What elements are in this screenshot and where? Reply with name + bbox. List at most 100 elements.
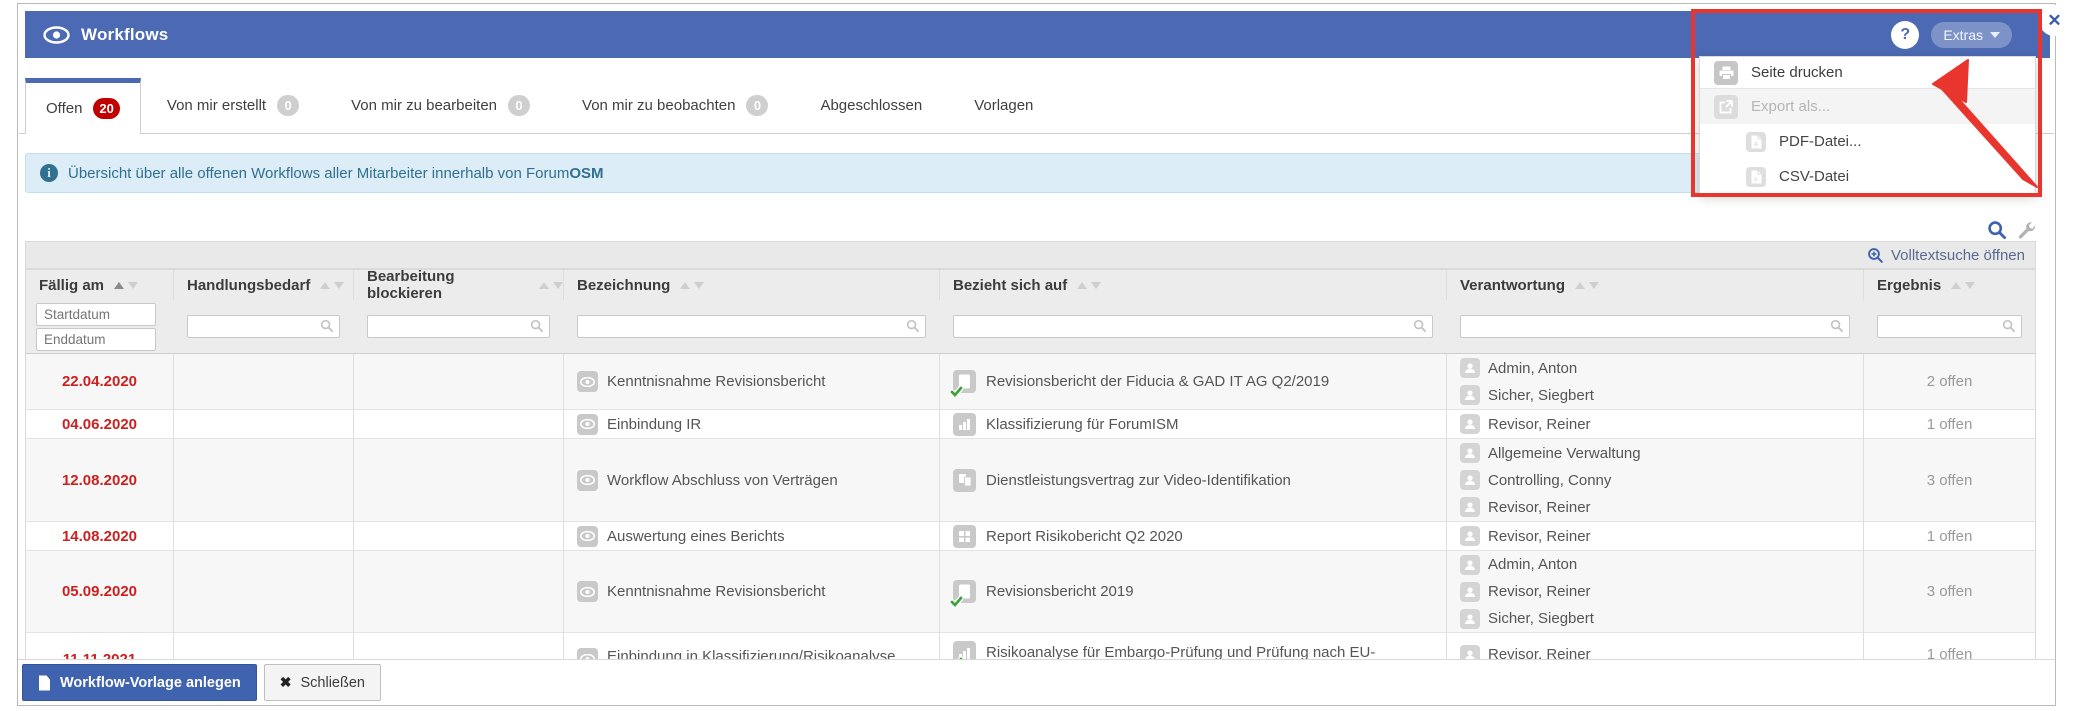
- sort-desc-icon[interactable]: [1589, 281, 1600, 289]
- eye-icon: [43, 25, 70, 44]
- due-date: 12.08.2020: [26, 439, 174, 521]
- person-icon: [1460, 414, 1480, 434]
- related-item: Risikoanalyse für Embargo-Prüfung und Pr…: [986, 644, 1376, 661]
- related-item-cell: Klassifizierung für ForumISM: [940, 410, 1447, 438]
- filter-bearbeitung-input[interactable]: [367, 315, 550, 338]
- sort-desc-icon[interactable]: [334, 281, 345, 289]
- tab-label: Vorlagen: [974, 97, 1034, 114]
- menu-item-export-as[interactable]: Export als...: [1700, 89, 2035, 124]
- sort-asc-icon[interactable]: [1077, 281, 1088, 289]
- filter-handlungsbedarf-input[interactable]: [187, 315, 340, 338]
- filter-end-date-input[interactable]: [36, 328, 156, 351]
- tab-von-mir-erstellt[interactable]: Von mir erstellt 0: [141, 78, 325, 133]
- workflow-name: Kenntnisnahme Revisionsbericht: [607, 583, 826, 600]
- sort-asc-icon[interactable]: [539, 281, 549, 289]
- fulltext-bar: Volltextsuche öffnen: [25, 241, 2036, 269]
- person-name: Revisor, Reiner: [1488, 527, 1591, 545]
- column-header-bearbeitung-blockieren: Bearbeitung blockieren: [354, 268, 564, 302]
- sort-asc-icon[interactable]: [680, 281, 691, 289]
- person-name: Sicher, Siegbert: [1488, 386, 1594, 404]
- search-icon: [2002, 319, 2016, 333]
- tab-von-mir-zu-bearbeiten[interactable]: Von mir zu bearbeiten 0: [325, 78, 556, 133]
- table-row[interactable]: 22.04.2020 Kenntnisnahme Revisionsberich…: [26, 354, 2035, 410]
- filter-ergebnis-input[interactable]: [1877, 315, 2022, 338]
- filter-bezieht-input[interactable]: [953, 315, 1433, 338]
- table-toolbar: [1823, 217, 2036, 243]
- column-header-verantwortung: Verantwortung: [1447, 270, 1864, 300]
- sort-asc-icon[interactable]: [1951, 281, 1962, 289]
- sort-desc-icon[interactable]: [553, 281, 563, 289]
- workflow-name: Auswertung eines Berichts: [607, 527, 785, 545]
- table-row[interactable]: 14.08.2020 Auswertung eines Berichts Rep…: [26, 522, 2035, 551]
- search-icon: [530, 319, 544, 333]
- workflow-name-cell: Workflow Abschluss von Verträgen: [564, 439, 940, 521]
- workflow-name: Workflow Abschluss von Verträgen: [607, 471, 838, 489]
- table-row[interactable]: 05.09.2020 Kenntnisnahme Revisionsberich…: [26, 551, 2035, 633]
- tab-vorlagen[interactable]: Vorlagen: [948, 78, 1059, 133]
- fulltext-search-link[interactable]: Volltextsuche öffnen: [1867, 247, 2025, 264]
- sort-asc-icon[interactable]: [114, 281, 125, 289]
- contract-icon: [953, 468, 976, 492]
- filter-verantwortung-input[interactable]: [1460, 315, 1850, 338]
- help-button[interactable]: ?: [1891, 20, 1920, 49]
- filter-start-date-input[interactable]: [36, 303, 156, 326]
- search-icon[interactable]: [1987, 220, 2007, 240]
- person-icon: [1460, 554, 1480, 575]
- tab-label: Von mir zu bearbeiten: [351, 97, 498, 114]
- menu-item-pdf-file[interactable]: A PDF-Datei...: [1700, 124, 2035, 159]
- printer-icon: [1714, 60, 1738, 85]
- filter-bezeichnung-input[interactable]: [577, 315, 926, 338]
- count-badge: 0: [277, 95, 300, 116]
- related-item: Revisionsbericht 2019: [986, 583, 1134, 600]
- person-icon: [1460, 581, 1480, 602]
- person-name: Controlling, Conny: [1488, 471, 1612, 489]
- tab-offen[interactable]: Offen 20: [25, 78, 141, 134]
- person-name: Revisor, Reiner: [1488, 583, 1591, 600]
- bearbeitung-cell: [354, 439, 564, 521]
- workflows-table: Fällig am Handlungsbedarf Bearbeitung bl…: [25, 268, 2036, 667]
- sort-desc-icon[interactable]: [1091, 281, 1102, 289]
- table-row[interactable]: 12.08.2020 Workflow Abschluss von Verträ…: [26, 439, 2035, 522]
- search-icon: [1413, 319, 1427, 333]
- handlungsbedarf-cell: [174, 439, 354, 521]
- check-icon: [950, 595, 963, 608]
- footer-bar: Workflow-Vorlage anlegen ✖ Schließen: [18, 659, 2055, 705]
- menu-item-print-page[interactable]: Seite drucken: [1700, 57, 2035, 89]
- person-icon: [1460, 443, 1480, 463]
- extras-button[interactable]: Extras: [1931, 21, 2012, 48]
- tab-label: Offen: [46, 100, 83, 117]
- bearbeitung-cell: [354, 410, 564, 438]
- bearbeitung-cell: [354, 522, 564, 550]
- sort-asc-icon[interactable]: [1575, 281, 1586, 289]
- table-row[interactable]: 04.06.2020 Einbindung IR Klassifizierung…: [26, 410, 2035, 439]
- sort-desc-icon[interactable]: [1965, 281, 1976, 289]
- tab-abgeschlossen[interactable]: Abgeschlossen: [794, 78, 948, 133]
- column-header-faellig-am: Fällig am: [26, 270, 174, 300]
- tab-label: Abgeschlossen: [820, 97, 923, 114]
- person-name: Revisor, Reiner: [1488, 415, 1591, 433]
- close-dialog-button[interactable]: ✖ Schließen: [263, 664, 381, 701]
- document-icon: [950, 370, 976, 398]
- handlungsbedarf-cell: [174, 551, 354, 632]
- responsible-cell: Revisor, Reiner: [1447, 410, 1864, 438]
- menu-item-csv-file[interactable]: x CSV-Datei: [1700, 159, 2035, 194]
- responsible-cell: Admin, Anton Sicher, Siegbert: [1447, 354, 1864, 409]
- count-badge: 20: [93, 98, 120, 119]
- bearbeitung-cell: [354, 551, 564, 632]
- tab-von-mir-zu-beobachten[interactable]: Von mir zu beobachten 0: [556, 78, 794, 133]
- wrench-icon[interactable]: [2017, 221, 2036, 240]
- person-icon: [1460, 526, 1480, 546]
- close-button[interactable]: ✕: [2039, 5, 2070, 36]
- search-plus-icon: [1868, 247, 1883, 263]
- sort-desc-icon[interactable]: [694, 281, 705, 289]
- related-item: Report Risikobericht Q2 2020: [986, 527, 1183, 545]
- bearbeitung-cell: [354, 354, 564, 409]
- workflow-name-cell: Einbindung IR: [564, 410, 940, 438]
- sort-asc-icon[interactable]: [320, 281, 331, 289]
- person-icon: [1460, 358, 1480, 378]
- workflow-name-cell: Auswertung eines Berichts: [564, 522, 940, 550]
- sort-desc-icon[interactable]: [128, 281, 139, 289]
- create-workflow-template-button[interactable]: Workflow-Vorlage anlegen: [22, 664, 257, 701]
- dialog-header: Workflows ? Extras: [25, 11, 2050, 58]
- person-icon: [1460, 470, 1480, 490]
